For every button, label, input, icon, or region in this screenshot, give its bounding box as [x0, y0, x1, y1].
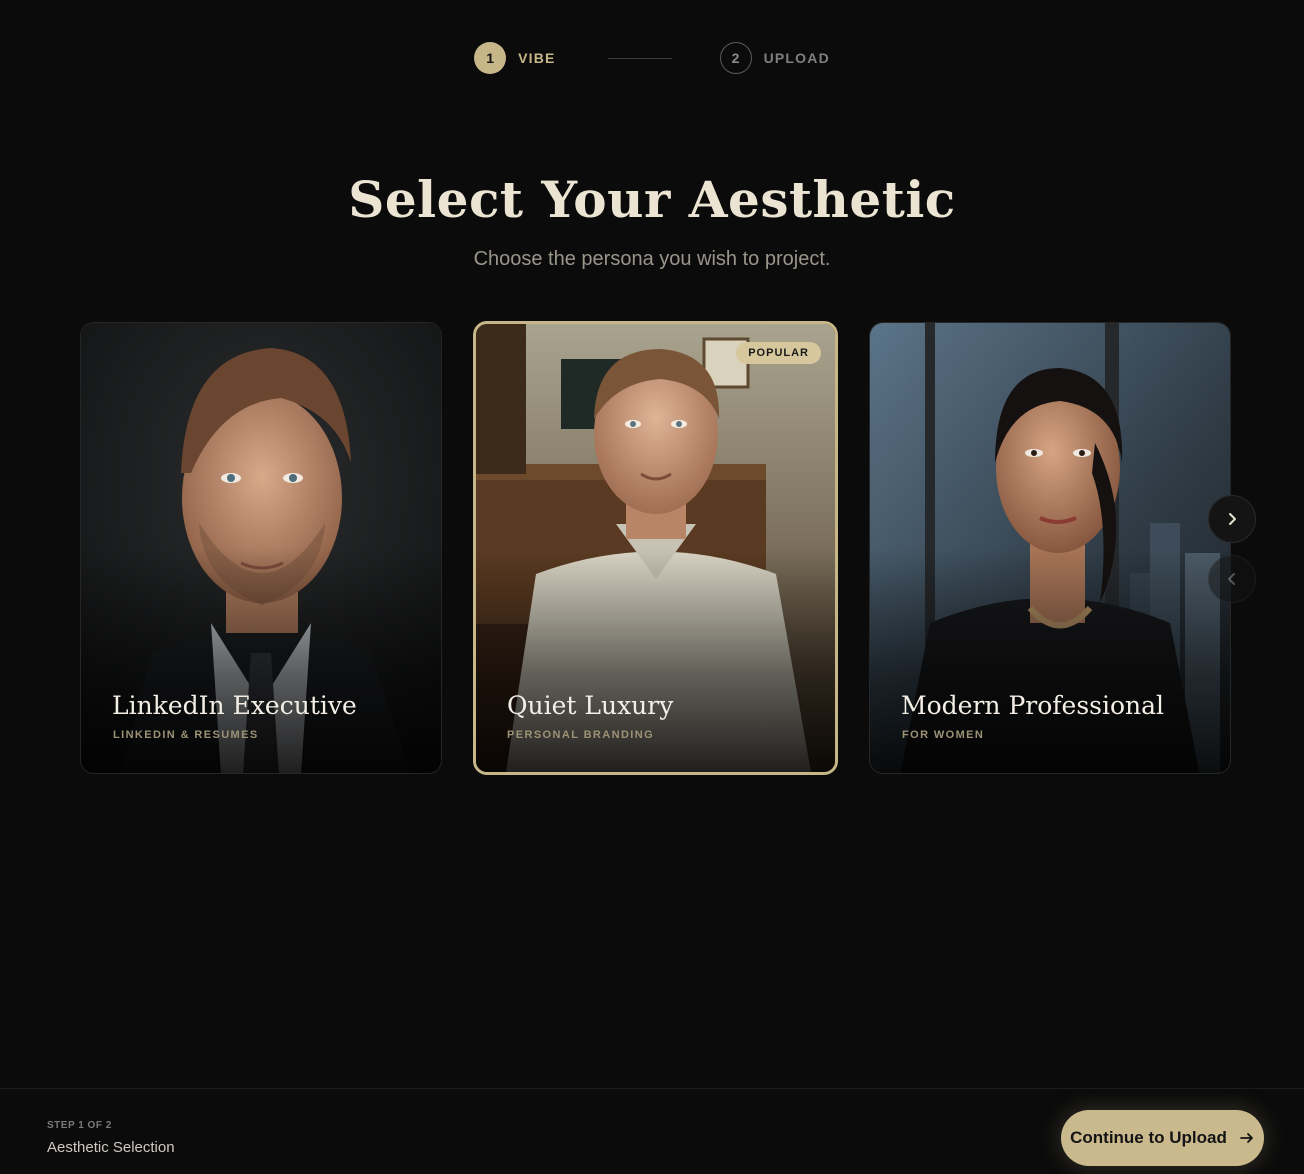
- chevron-right-icon: [1229, 513, 1236, 525]
- card-title: Quiet Luxury: [507, 691, 674, 720]
- footer-bar: STEP 1 OF 2 Aesthetic Selection Continue…: [0, 1088, 1304, 1174]
- card-subtitle: PERSONAL BRANDING: [507, 729, 655, 741]
- step-upload[interactable]: 2 UPLOAD: [719, 42, 830, 74]
- card-subtitle: LINKEDIN & RESUMES: [113, 729, 259, 741]
- card-subtitle: FOR WOMEN: [902, 729, 985, 741]
- persona-card-quiet-luxury[interactable]: POPULAR Quiet Luxury PERSONAL BRANDING: [473, 321, 838, 775]
- persona-card-linkedin-executive[interactable]: LinkedIn Executive LINKEDIN & RESUMES: [80, 322, 442, 774]
- persona-card-modern-professional[interactable]: Modern Professional FOR WOMEN: [869, 322, 1231, 774]
- step-label: UPLOAD: [763, 50, 830, 66]
- progress-stepper: 1 VIBE 2 UPLOAD: [0, 42, 1304, 74]
- card-title: LinkedIn Executive: [112, 691, 357, 720]
- card-title: Modern Professional: [901, 691, 1165, 720]
- page-title: Select Your Aesthetic: [348, 170, 956, 229]
- footer-step-name: Aesthetic Selection: [47, 1139, 175, 1156]
- step-vibe[interactable]: 1 VIBE: [474, 42, 555, 74]
- step-label: VIBE: [518, 50, 556, 66]
- step-number: 2: [719, 42, 752, 74]
- continue-to-upload-button[interactable]: Continue to Upload: [1061, 1110, 1264, 1166]
- arrow-right-icon: [1239, 1133, 1253, 1143]
- carousel-prev-button[interactable]: [1208, 555, 1256, 603]
- step-connector: [607, 57, 672, 59]
- carousel-next-button[interactable]: [1208, 495, 1256, 543]
- footer-step-indicator: STEP 1 OF 2: [47, 1120, 112, 1131]
- continue-button-label: Continue to Upload: [1070, 1128, 1227, 1147]
- step-number: 1: [474, 42, 507, 74]
- page-subtitle: Choose the persona you wish to project.: [473, 248, 831, 270]
- chevron-left-icon: [1228, 573, 1235, 585]
- popular-badge: POPULAR: [736, 342, 821, 364]
